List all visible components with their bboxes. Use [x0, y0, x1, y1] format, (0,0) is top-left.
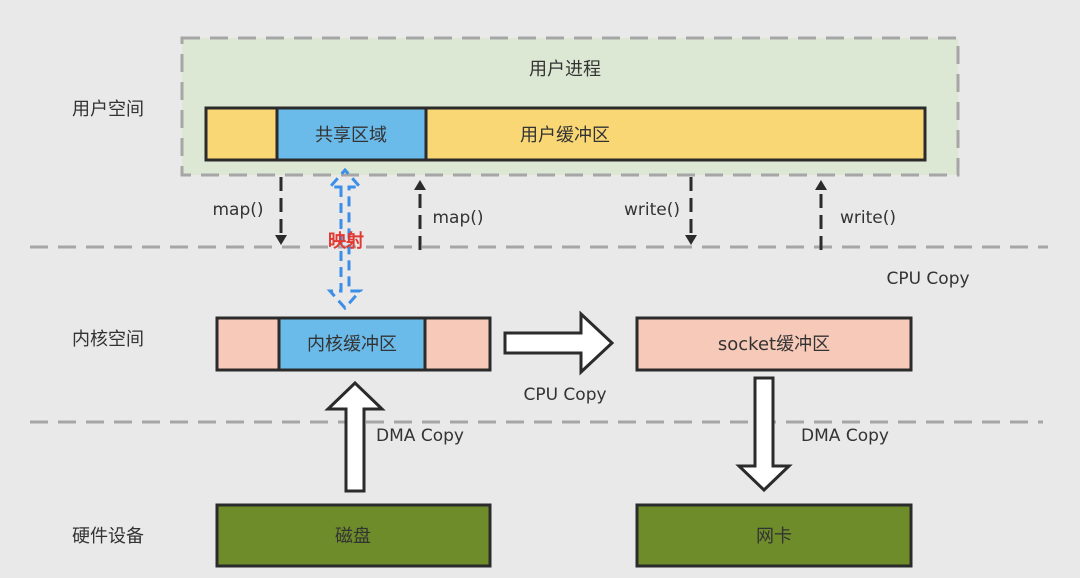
user-buffer-label: 用户缓冲区 — [520, 125, 610, 146]
kernel-buffer-left-segment — [215, 316, 281, 372]
cpu-copy-middle-label: CPU Copy — [523, 385, 606, 405]
disk-label: 磁盘 — [335, 526, 371, 547]
cpu-copy-top-label: CPU Copy — [886, 269, 969, 289]
user-buffer-left-segment — [204, 106, 279, 162]
socket-buffer-label: socket缓冲区 — [718, 334, 830, 355]
user-process-title: 用户进程 — [529, 59, 601, 80]
dma-copy-up-arrow — [324, 380, 386, 493]
write-up-label: write() — [840, 208, 896, 228]
mapping-label: 映射 — [328, 230, 364, 252]
dma-copy-right-label: DMA Copy — [801, 426, 889, 446]
dma-copy-down-arrow — [735, 376, 793, 493]
kernel-space-label: 内核空间 — [72, 329, 144, 350]
kernel-buffer-right-segment — [423, 316, 492, 372]
user-buffer-box — [424, 106, 927, 162]
map-up-label: map() — [432, 208, 483, 228]
write-down-label: write() — [624, 200, 680, 220]
user-space-label: 用户空间 — [72, 99, 144, 120]
map-down-label: map() — [212, 200, 263, 220]
kernel-buffer-label: 内核缓冲区 — [307, 334, 397, 355]
shared-region-label: 共享区域 — [315, 125, 387, 146]
dma-copy-left-label: DMA Copy — [376, 426, 464, 446]
hardware-label: 硬件设备 — [72, 526, 144, 547]
mmap-write-diagram: 用户进程 共享区域 用户缓冲区 用户空间 内核空间 硬件设备 map() map… — [30, 36, 1048, 568]
nic-label: 网卡 — [756, 526, 792, 547]
cpu-copy-arrow — [503, 310, 615, 376]
